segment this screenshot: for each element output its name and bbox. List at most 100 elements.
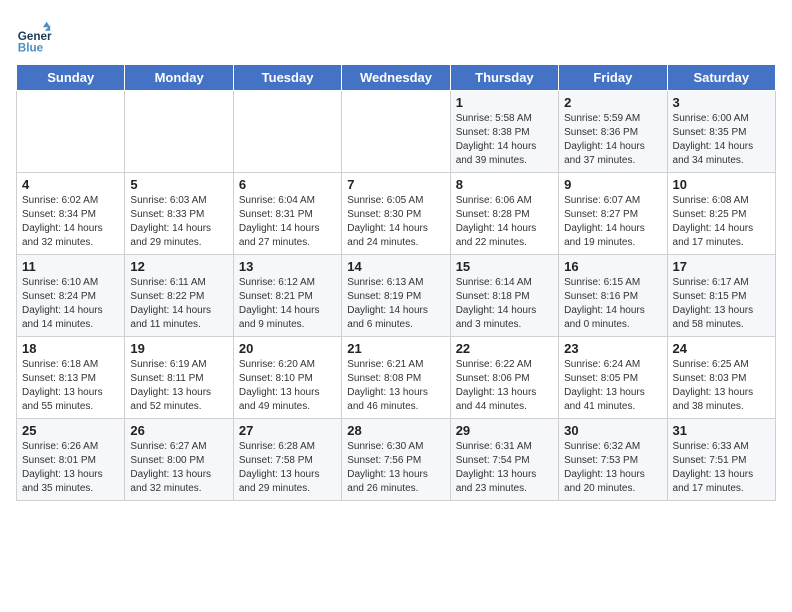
calendar-cell: 22Sunrise: 6:22 AM Sunset: 8:06 PM Dayli… [450, 337, 558, 419]
day-number: 30 [564, 423, 661, 438]
day-info: Sunrise: 6:14 AM Sunset: 8:18 PM Dayligh… [456, 276, 553, 332]
day-info: Sunrise: 6:31 AM Sunset: 7:54 PM Dayligh… [456, 440, 553, 496]
calendar-cell: 15 Sunrise: 6:14 AM Sunset: 8:18 PM Dayli… [450, 255, 558, 337]
calendar-table: SundayMondayTuesdayWednesdayThursdayFrid… [16, 64, 776, 501]
day-number: 29 [456, 423, 553, 438]
calendar-week-1: 1 Sunrise: 5:58 AM Sunset: 8:38 PM Daylig… [17, 91, 776, 173]
weekday-header-monday: Monday [125, 65, 233, 91]
day-info: Sunrise: 6:33 AM Sunset: 7:51 PM Dayligh… [673, 440, 770, 496]
calendar-cell: 28Sunrise: 6:30 AM Sunset: 7:56 PM Dayli… [342, 419, 450, 501]
day-number: 5 [130, 177, 227, 192]
day-info: Sunrise: 6:13 AM Sunset: 8:19 PM Dayligh… [347, 276, 444, 332]
day-info: Sunrise: 6:21 AM Sunset: 8:08 PM Dayligh… [347, 358, 444, 414]
calendar-cell: 5 Sunrise: 6:03 AM Sunset: 8:33 PM Daylig… [125, 173, 233, 255]
day-info: Sunrise: 6:32 AM Sunset: 7:53 PM Dayligh… [564, 440, 661, 496]
day-info: Sunrise: 6:03 AM Sunset: 8:33 PM Dayligh… [130, 194, 227, 250]
calendar-cell: 13 Sunrise: 6:12 AM Sunset: 8:21 PM Dayli… [233, 255, 341, 337]
day-number: 11 [22, 259, 119, 274]
day-number: 3 [673, 95, 770, 110]
weekday-header-friday: Friday [559, 65, 667, 91]
calendar-cell: 24 Sunrise: 6:25 AM Sunset: 8:03 PM Dayli… [667, 337, 775, 419]
day-info: Sunrise: 6:08 AM Sunset: 8:25 PM Dayligh… [673, 194, 770, 250]
day-info: Sunrise: 6:04 AM Sunset: 8:31 PM Dayligh… [239, 194, 336, 250]
day-number: 10 [673, 177, 770, 192]
day-number: 23 [564, 341, 661, 356]
calendar-cell: 10 Sunrise: 6:08 AM Sunset: 8:25 PM Dayli… [667, 173, 775, 255]
calendar-cell: 20 Sunrise: 6:20 AM Sunset: 8:10 PM Dayli… [233, 337, 341, 419]
calendar-cell: 30 Sunrise: 6:32 AM Sunset: 7:53 PM Dayli… [559, 419, 667, 501]
calendar-cell: 29 Sunrise: 6:31 AM Sunset: 7:54 PM Dayli… [450, 419, 558, 501]
calendar-cell: 27Sunrise: 6:28 AM Sunset: 7:58 PM Dayli… [233, 419, 341, 501]
logo-icon: General Blue [16, 20, 52, 56]
calendar-cell [233, 91, 341, 173]
calendar-week-4: 18 Sunrise: 6:18 AM Sunset: 8:13 PM Dayli… [17, 337, 776, 419]
weekday-header-wednesday: Wednesday [342, 65, 450, 91]
calendar-cell: 21 Sunrise: 6:21 AM Sunset: 8:08 PM Dayli… [342, 337, 450, 419]
header-area: General Blue [16, 16, 776, 56]
day-info: Sunrise: 6:18 AM Sunset: 8:13 PM Dayligh… [22, 358, 119, 414]
calendar-cell: 7 Sunrise: 6:05 AM Sunset: 8:30 PM Daylig… [342, 173, 450, 255]
day-info: Sunrise: 6:20 AM Sunset: 8:10 PM Dayligh… [239, 358, 336, 414]
day-info: Sunrise: 6:17 AM Sunset: 8:15 PM Dayligh… [673, 276, 770, 332]
calendar-cell: 8Sunrise: 6:06 AM Sunset: 8:28 PM Daylig… [450, 173, 558, 255]
day-number: 15 [456, 259, 553, 274]
day-info: Sunrise: 5:58 AM Sunset: 8:38 PM Dayligh… [456, 112, 553, 168]
svg-text:Blue: Blue [18, 42, 44, 55]
day-info: Sunrise: 6:15 AM Sunset: 8:16 PM Dayligh… [564, 276, 661, 332]
calendar-cell: 25Sunrise: 6:26 AM Sunset: 8:01 PM Dayli… [17, 419, 125, 501]
day-number: 4 [22, 177, 119, 192]
day-info: Sunrise: 5:59 AM Sunset: 8:36 PM Dayligh… [564, 112, 661, 168]
day-number: 18 [22, 341, 119, 356]
calendar-cell [125, 91, 233, 173]
calendar-week-3: 11 Sunrise: 6:10 AM Sunset: 8:24 PM Dayli… [17, 255, 776, 337]
day-number: 12 [130, 259, 227, 274]
weekday-header-sunday: Sunday [17, 65, 125, 91]
calendar-cell [342, 91, 450, 173]
day-number: 24 [673, 341, 770, 356]
day-number: 31 [673, 423, 770, 438]
calendar-week-5: 25Sunrise: 6:26 AM Sunset: 8:01 PM Dayli… [17, 419, 776, 501]
calendar-cell: 16Sunrise: 6:15 AM Sunset: 8:16 PM Dayli… [559, 255, 667, 337]
calendar-cell: 6Sunrise: 6:04 AM Sunset: 8:31 PM Daylig… [233, 173, 341, 255]
calendar-cell: 26Sunrise: 6:27 AM Sunset: 8:00 PM Dayli… [125, 419, 233, 501]
day-number: 1 [456, 95, 553, 110]
day-number: 17 [673, 259, 770, 274]
calendar-header: SundayMondayTuesdayWednesdayThursdayFrid… [17, 65, 776, 91]
day-info: Sunrise: 6:19 AM Sunset: 8:11 PM Dayligh… [130, 358, 227, 414]
day-info: Sunrise: 6:00 AM Sunset: 8:35 PM Dayligh… [673, 112, 770, 168]
day-info: Sunrise: 6:02 AM Sunset: 8:34 PM Dayligh… [22, 194, 119, 250]
calendar-cell: 2 Sunrise: 5:59 AM Sunset: 8:36 PM Daylig… [559, 91, 667, 173]
calendar-body: 1 Sunrise: 5:58 AM Sunset: 8:38 PM Daylig… [17, 91, 776, 501]
day-info: Sunrise: 6:05 AM Sunset: 8:30 PM Dayligh… [347, 194, 444, 250]
calendar-cell: 9Sunrise: 6:07 AM Sunset: 8:27 PM Daylig… [559, 173, 667, 255]
weekday-header-row: SundayMondayTuesdayWednesdayThursdayFrid… [17, 65, 776, 91]
day-info: Sunrise: 6:10 AM Sunset: 8:24 PM Dayligh… [22, 276, 119, 332]
day-number: 14 [347, 259, 444, 274]
day-number: 13 [239, 259, 336, 274]
calendar-cell: 19 Sunrise: 6:19 AM Sunset: 8:11 PM Dayli… [125, 337, 233, 419]
calendar-cell: 23 Sunrise: 6:24 AM Sunset: 8:05 PM Dayli… [559, 337, 667, 419]
calendar-cell [17, 91, 125, 173]
day-number: 25 [22, 423, 119, 438]
day-info: Sunrise: 6:24 AM Sunset: 8:05 PM Dayligh… [564, 358, 661, 414]
calendar-cell: 18 Sunrise: 6:18 AM Sunset: 8:13 PM Dayli… [17, 337, 125, 419]
calendar-cell: 14 Sunrise: 6:13 AM Sunset: 8:19 PM Dayli… [342, 255, 450, 337]
weekday-header-tuesday: Tuesday [233, 65, 341, 91]
day-info: Sunrise: 6:12 AM Sunset: 8:21 PM Dayligh… [239, 276, 336, 332]
day-number: 20 [239, 341, 336, 356]
weekday-header-thursday: Thursday [450, 65, 558, 91]
calendar-week-2: 4 Sunrise: 6:02 AM Sunset: 8:34 PM Daylig… [17, 173, 776, 255]
weekday-header-saturday: Saturday [667, 65, 775, 91]
day-number: 21 [347, 341, 444, 356]
calendar-cell: 11 Sunrise: 6:10 AM Sunset: 8:24 PM Dayli… [17, 255, 125, 337]
calendar-cell: 4 Sunrise: 6:02 AM Sunset: 8:34 PM Daylig… [17, 173, 125, 255]
logo: General Blue [16, 20, 52, 56]
day-number: 7 [347, 177, 444, 192]
day-number: 28 [347, 423, 444, 438]
calendar-cell: 3 Sunrise: 6:00 AM Sunset: 8:35 PM Daylig… [667, 91, 775, 173]
day-number: 2 [564, 95, 661, 110]
calendar-cell: 12Sunrise: 6:11 AM Sunset: 8:22 PM Dayli… [125, 255, 233, 337]
day-number: 19 [130, 341, 227, 356]
day-info: Sunrise: 6:25 AM Sunset: 8:03 PM Dayligh… [673, 358, 770, 414]
calendar-cell: 31 Sunrise: 6:33 AM Sunset: 7:51 PM Dayli… [667, 419, 775, 501]
